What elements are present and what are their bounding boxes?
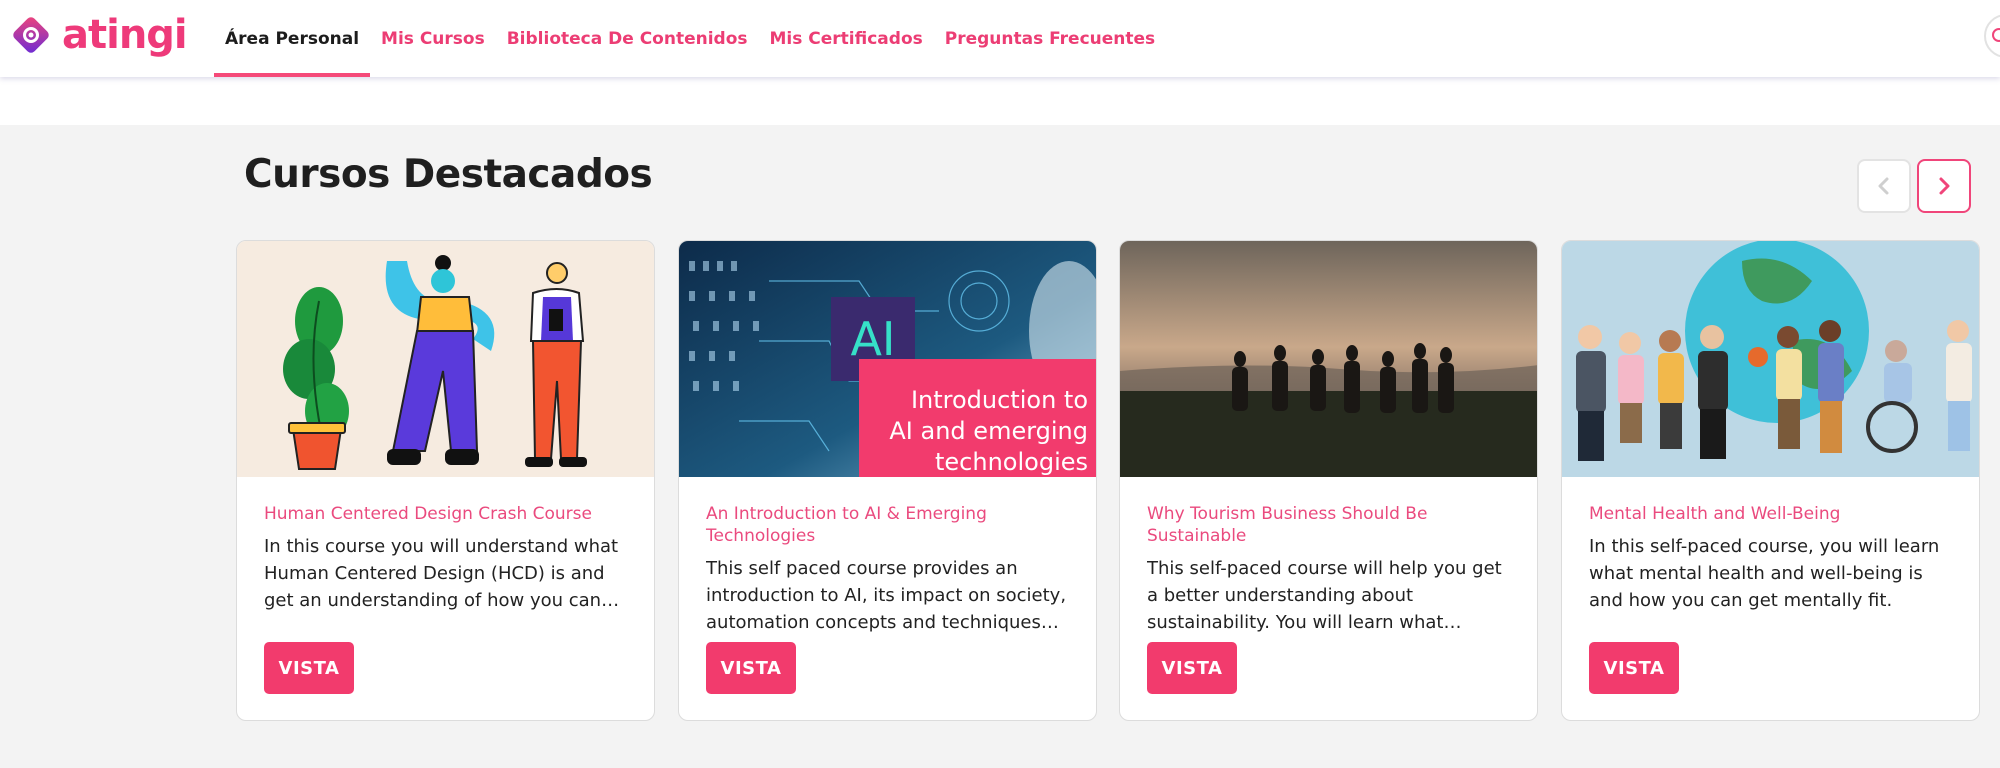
logo-text: atingi: [62, 12, 188, 58]
course-card-hcd[interactable]: Human Centered Design Crash Course In th…: [236, 240, 655, 721]
course-description: This self paced course provides an intro…: [706, 558, 1067, 633]
course-image-hcd[interactable]: [237, 241, 654, 477]
carousel-next-button[interactable]: [1917, 159, 1971, 213]
nav-area-personal[interactable]: Área Personal: [214, 0, 371, 77]
main-nav: Área Personal Mis Cursos Biblioteca De C…: [214, 0, 1166, 77]
course-title[interactable]: An Introduction to AI & Emerging Technol…: [706, 503, 1076, 547]
vista-button[interactable]: VISTA: [1589, 642, 1679, 694]
course-image-ai[interactable]: AI Introduction to AI and emerging techn…: [679, 241, 1096, 477]
course-card-tourism[interactable]: Why Tourism Business Should Be Sustainab…: [1119, 240, 1538, 721]
course-title[interactable]: Human Centered Design Crash Course: [264, 503, 634, 525]
ai-logo-text: AI: [850, 312, 896, 366]
ai-caption-line-2: AI and emerging: [889, 417, 1088, 445]
atingi-logo[interactable]: atingi: [8, 12, 188, 58]
top-header: atingi Área Personal Mis Cursos Bibliote…: [0, 0, 2000, 77]
course-title[interactable]: Mental Health and Well-Being: [1589, 503, 1959, 525]
course-description: This self-paced course will help you get…: [1147, 558, 1502, 633]
course-image-tourism[interactable]: [1120, 241, 1537, 477]
ai-caption-line-3: technologies: [935, 448, 1088, 476]
course-image-mental-health[interactable]: [1562, 241, 1979, 477]
chevron-right-icon: [1939, 177, 1950, 195]
nav-preguntas-frecuentes[interactable]: Preguntas Frecuentes: [934, 0, 1166, 77]
vista-button[interactable]: VISTA: [706, 642, 796, 694]
vista-button[interactable]: VISTA: [1147, 642, 1237, 694]
ai-image-caption: Introduction to AI and emerging technolo…: [889, 385, 1088, 477]
course-card-ai[interactable]: AI Introduction to AI and emerging techn…: [678, 240, 1097, 721]
logo-diamond-icon: [8, 12, 54, 58]
course-description: In this course you will understand what …: [264, 536, 619, 611]
chevron-left-icon: [1878, 177, 1889, 195]
ai-caption-line-1: Introduction to: [910, 386, 1088, 414]
carousel-prev-button[interactable]: [1857, 159, 1911, 213]
course-title[interactable]: Why Tourism Business Should Be Sustainab…: [1147, 503, 1517, 547]
course-card-mental-health[interactable]: Mental Health and Well-Being In this sel…: [1561, 240, 1980, 721]
user-avatar[interactable]: [1984, 14, 2000, 58]
nav-mis-certificados[interactable]: Mis Certificados: [759, 0, 934, 77]
course-description: In this self-paced course, you will lear…: [1589, 536, 1940, 611]
section-title: Cursos Destacados: [244, 152, 653, 197]
vista-button[interactable]: VISTA: [264, 642, 354, 694]
header-spacer: [0, 77, 2000, 125]
nav-mis-cursos[interactable]: Mis Cursos: [370, 0, 496, 77]
nav-biblioteca[interactable]: Biblioteca De Contenidos: [496, 0, 759, 77]
